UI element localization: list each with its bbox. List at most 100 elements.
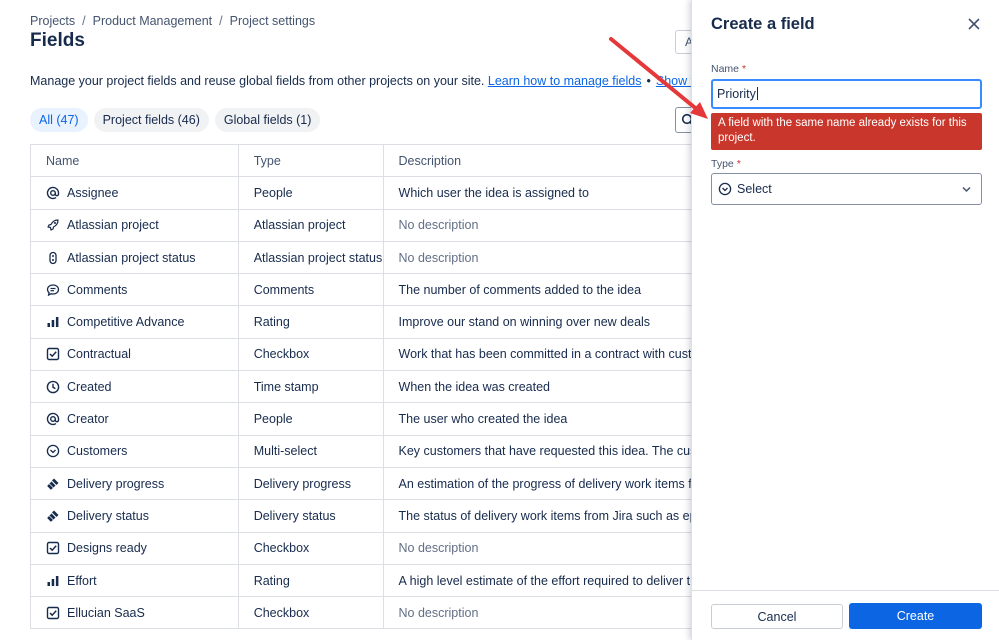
table-row[interactable]: Created Time stamp When the idea was creat… bbox=[31, 371, 691, 404]
table-row[interactable]: Competitive Advance Rating Improve our sta… bbox=[31, 306, 691, 339]
chevron-down-icon bbox=[962, 186, 971, 193]
field-name: Atlassian project bbox=[67, 218, 159, 233]
field-type: Atlassian project bbox=[239, 209, 384, 241]
field-name: Atlassian project status bbox=[67, 250, 196, 265]
field-type: Atlassian project status bbox=[239, 241, 384, 274]
checkbox-icon bbox=[46, 347, 60, 361]
intro-separator: • bbox=[646, 74, 651, 88]
checkbox-icon bbox=[46, 606, 60, 620]
field-name-cell: Comments bbox=[31, 274, 239, 306]
chip-global-fields[interactable]: Global fields (1) bbox=[214, 108, 321, 132]
filter-chips: All (47) Project fields (46) Global fiel… bbox=[30, 108, 321, 132]
field-name-cell: Effort bbox=[31, 564, 239, 597]
table-row[interactable]: Designs ready Checkbox No description bbox=[31, 532, 691, 565]
field-name: Delivery status bbox=[67, 508, 149, 523]
field-name-cell: Customers bbox=[31, 435, 239, 467]
table-row[interactable]: Creator People The user who created the id… bbox=[31, 403, 691, 436]
create-button[interactable]: Create bbox=[849, 603, 982, 629]
field-description: No description bbox=[384, 597, 691, 628]
field-type: Checkbox bbox=[239, 532, 384, 564]
field-description: Improve our stand on winning over new de… bbox=[384, 306, 691, 337]
field-name: Creator bbox=[67, 412, 109, 427]
column-header-name[interactable]: Name bbox=[31, 145, 239, 177]
clock-icon bbox=[46, 380, 60, 394]
name-field[interactable]: Priority bbox=[711, 79, 982, 109]
field-description: An estimation of the progress of deliver… bbox=[384, 468, 691, 499]
close-icon[interactable] bbox=[966, 16, 982, 32]
field-type: Comments bbox=[239, 274, 384, 306]
panel-title: Create a field bbox=[711, 15, 815, 33]
field-description: The user who created the idea bbox=[384, 403, 691, 434]
search-input[interactable] bbox=[675, 107, 691, 133]
learn-more-link[interactable]: Learn how to manage fields bbox=[488, 74, 642, 88]
field-description: Which user the idea is assigned to bbox=[384, 177, 691, 208]
field-name-cell: Atlassian project status bbox=[31, 241, 239, 274]
jira-icon bbox=[46, 509, 60, 523]
field-description: No description bbox=[384, 533, 691, 564]
field-type: People bbox=[239, 177, 384, 209]
name-label: Name * bbox=[711, 63, 747, 75]
type-label: Type * bbox=[711, 158, 741, 170]
intro-description: Manage your project fields and reuse glo… bbox=[30, 74, 485, 88]
multiselect-icon bbox=[46, 444, 60, 458]
checkbox-icon bbox=[46, 541, 60, 555]
rating-icon bbox=[46, 315, 60, 329]
top-action-button[interactable]: A bbox=[675, 30, 691, 54]
field-name-cell: Created bbox=[31, 371, 239, 403]
type-select-value: Select bbox=[737, 182, 772, 196]
field-type: Delivery progress bbox=[239, 467, 384, 500]
table-row[interactable]: Contractual Checkbox Work that has been co… bbox=[31, 338, 691, 372]
field-description: A high level estimate of the effort requ… bbox=[384, 565, 691, 596]
name-error-message: A field with the same name already exist… bbox=[711, 113, 982, 150]
breadcrumb-projects[interactable]: Projects bbox=[30, 14, 75, 28]
field-name-cell: Creator bbox=[31, 403, 239, 435]
field-type: Rating bbox=[239, 306, 384, 338]
panel-footer: Cancel Create bbox=[692, 590, 999, 640]
rating-icon bbox=[46, 574, 60, 588]
field-type: Rating bbox=[239, 564, 384, 597]
table-row[interactable]: Atlassian project Atlassian project No des… bbox=[31, 209, 691, 242]
column-header-type[interactable]: Type bbox=[239, 145, 384, 177]
breadcrumb: Projects / Product Management / Project sett… bbox=[30, 14, 316, 28]
create-field-panel: Create a field Name * Priority A field w… bbox=[691, 0, 999, 640]
page-title: Fields bbox=[30, 30, 85, 51]
field-name: Created bbox=[67, 379, 112, 394]
breadcrumb-product-management[interactable]: Product Management bbox=[93, 14, 213, 28]
field-type: Checkbox bbox=[239, 597, 384, 629]
status-icon bbox=[46, 251, 60, 265]
table-row[interactable]: Effort Rating A high level estimate of the… bbox=[31, 564, 691, 598]
table-row[interactable]: Comments Comments The number of comments a… bbox=[31, 274, 691, 307]
jira-icon bbox=[46, 477, 60, 491]
type-select[interactable]: Select bbox=[711, 173, 982, 205]
field-type: Delivery status bbox=[239, 500, 384, 532]
field-name: Effort bbox=[67, 573, 97, 588]
show-fields-tour-link[interactable]: Show fields tou bbox=[656, 74, 691, 88]
cancel-button[interactable]: Cancel bbox=[711, 604, 843, 629]
field-description: When the idea was created bbox=[384, 371, 691, 402]
table-row[interactable]: Delivery progress Delivery progress An est… bbox=[31, 467, 691, 501]
chip-all[interactable]: All (47) bbox=[30, 108, 88, 132]
field-name: Comments bbox=[67, 282, 128, 297]
field-name-cell: Contractual bbox=[31, 338, 239, 371]
select-circle-icon bbox=[718, 182, 732, 196]
field-name-cell: Assignee bbox=[31, 177, 239, 209]
field-description: The status of delivery work items from J… bbox=[384, 500, 691, 531]
at-icon bbox=[46, 412, 60, 426]
field-name-cell: Delivery status bbox=[31, 500, 239, 532]
table-row[interactable]: Assignee People Which user the idea is ass… bbox=[31, 177, 691, 210]
table-row[interactable]: Delivery status Delivery status The status… bbox=[31, 500, 691, 533]
chip-project-fields[interactable]: Project fields (46) bbox=[93, 108, 209, 132]
at-icon bbox=[46, 186, 60, 200]
rocket-icon bbox=[46, 218, 60, 232]
field-description: No description bbox=[384, 210, 691, 241]
table-row[interactable]: Customers Multi-select Key customers that … bbox=[31, 435, 691, 468]
column-header-description[interactable]: Description bbox=[384, 145, 691, 176]
field-name-cell: Competitive Advance bbox=[31, 306, 239, 338]
field-type: Multi-select bbox=[239, 435, 384, 467]
field-type: Checkbox bbox=[239, 338, 384, 371]
field-name-cell: Designs ready bbox=[31, 532, 239, 564]
table-header: Name Type Description bbox=[31, 145, 691, 178]
table-row[interactable]: Ellucian SaaS Checkbox No description bbox=[31, 597, 691, 630]
breadcrumb-project-settings[interactable]: Project settings bbox=[230, 14, 315, 28]
table-row[interactable]: Atlassian project status Atlassian projec… bbox=[31, 241, 691, 275]
